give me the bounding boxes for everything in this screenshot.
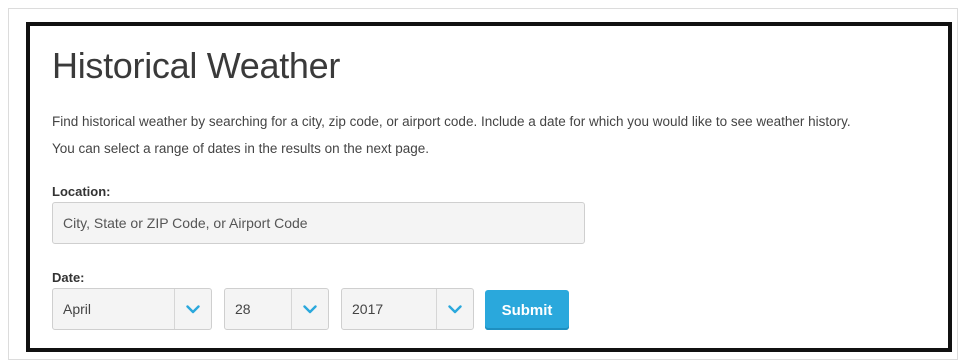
historical-weather-panel: Historical Weather Find historical weath… — [26, 22, 952, 352]
description: Find historical weather by searching for… — [52, 108, 942, 162]
day-select[interactable]: 28 — [224, 288, 329, 330]
year-select-value: 2017 — [352, 301, 384, 317]
location-input[interactable] — [52, 202, 585, 244]
page-title: Historical Weather — [52, 45, 341, 86]
year-select[interactable]: 2017 — [341, 288, 474, 330]
chevron-down-icon[interactable] — [174, 289, 211, 329]
date-label: Date: — [52, 270, 85, 285]
day-select-value: 28 — [235, 301, 251, 317]
description-line-2: You can select a range of dates in the r… — [52, 141, 430, 156]
submit-button[interactable]: Submit — [485, 290, 569, 330]
chevron-down-icon[interactable] — [436, 289, 473, 329]
description-line-1: Find historical weather by searching for… — [52, 114, 851, 129]
chevron-down-icon[interactable] — [291, 289, 328, 329]
month-select[interactable]: April — [52, 288, 212, 330]
month-select-value: April — [63, 301, 92, 317]
location-label: Location: — [52, 184, 111, 199]
